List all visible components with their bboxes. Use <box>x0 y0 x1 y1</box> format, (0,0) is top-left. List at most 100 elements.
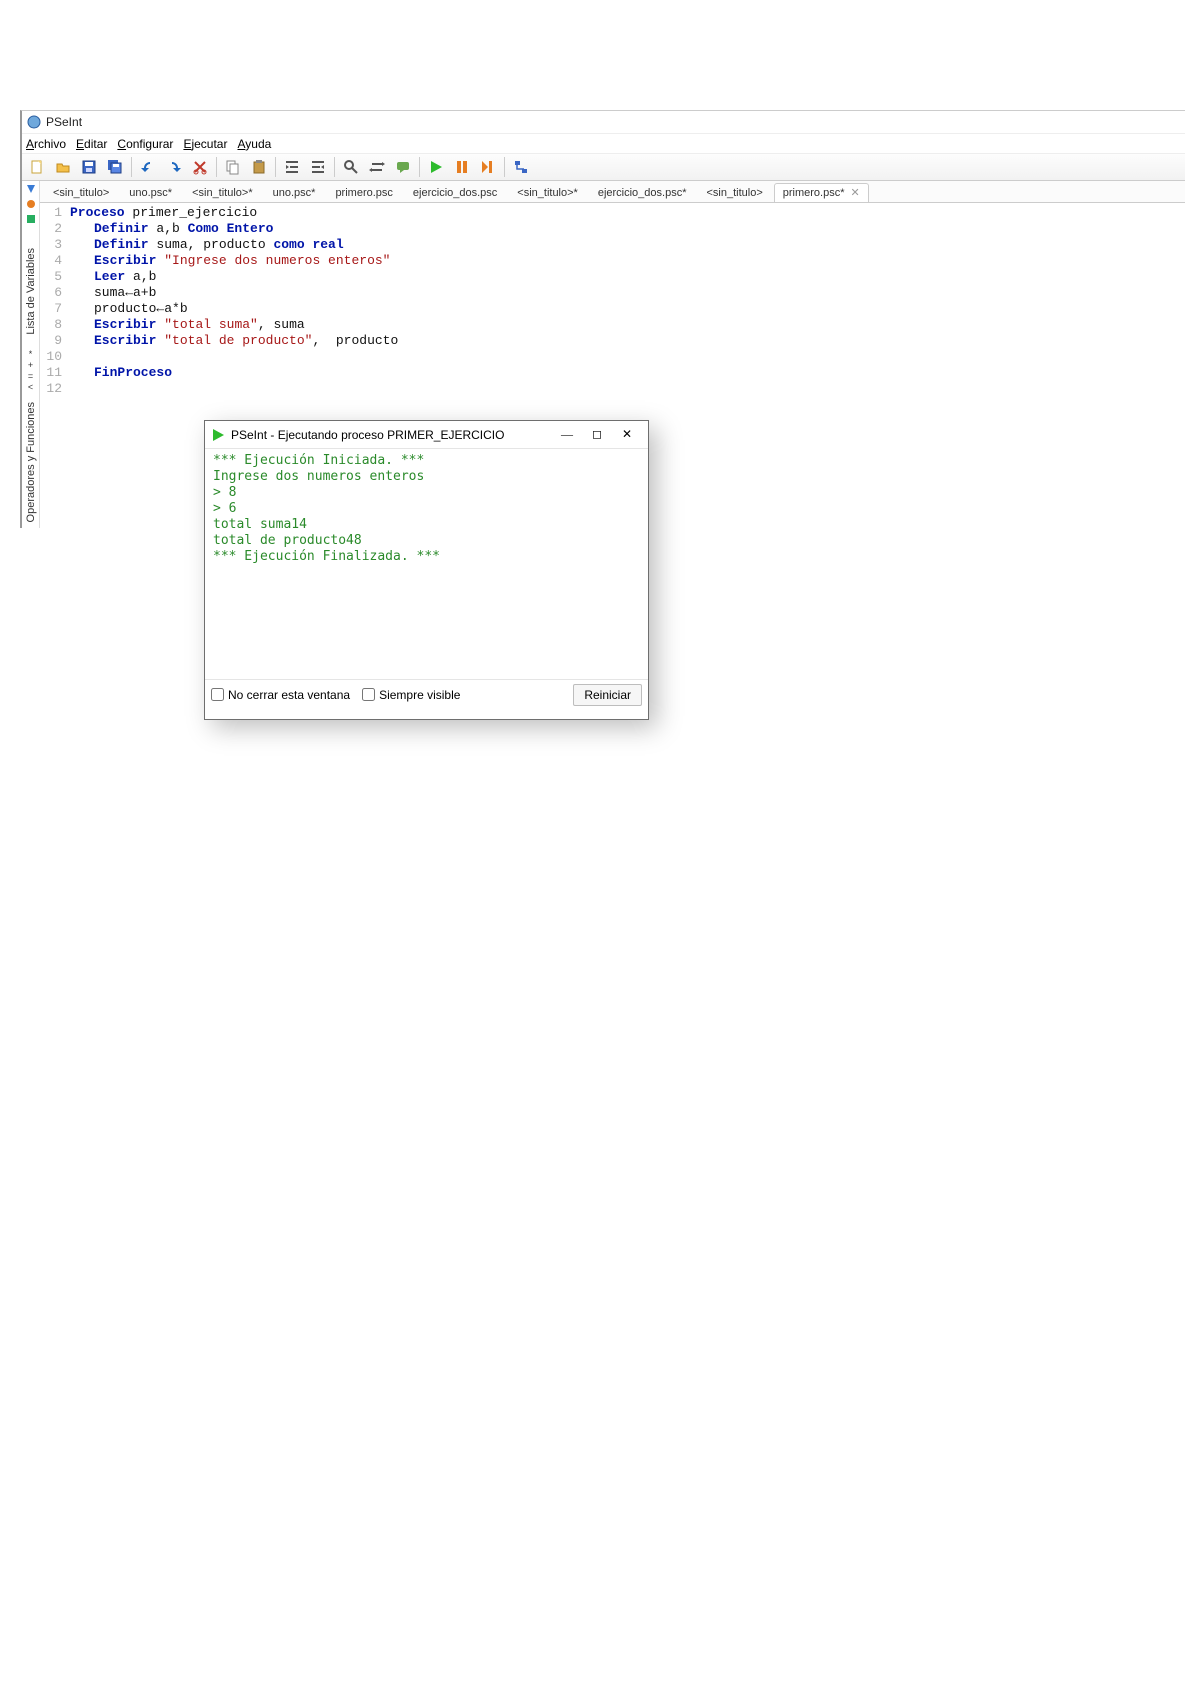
code-line[interactable] <box>70 349 1185 365</box>
step-icon[interactable] <box>476 155 500 179</box>
token-kw: Escribir <box>94 317 156 332</box>
open-file-icon[interactable] <box>51 155 75 179</box>
code-line[interactable]: Escribir "total suma", suma <box>70 317 1185 333</box>
line-number: 3 <box>40 237 62 253</box>
token-ident: a,b <box>149 221 188 236</box>
tab-close-icon[interactable]: ✕ <box>851 187 860 199</box>
code-line[interactable]: FinProceso <box>70 365 1185 381</box>
token-kw: Proceso <box>70 205 125 220</box>
tab-primero-psc[interactable]: primero.psc*✕ <box>774 183 869 202</box>
new-file-icon[interactable] <box>25 155 49 179</box>
comment-icon[interactable] <box>391 155 415 179</box>
app-title: PSeInt <box>46 115 82 129</box>
token-kw: Como Entero <box>188 221 274 236</box>
toolbar-separator <box>131 157 132 177</box>
token-ident: primer_ejercicio <box>125 205 258 220</box>
toolbar-separator <box>216 157 217 177</box>
console-line: > 6 <box>213 501 640 517</box>
line-number: 5 <box>40 269 62 285</box>
code-line[interactable]: suma←a+b <box>70 285 1185 301</box>
always-visible-checkbox[interactable]: Siempre visible <box>362 688 460 702</box>
find-icon[interactable] <box>339 155 363 179</box>
tab-uno-psc[interactable]: uno.psc* <box>264 184 325 202</box>
line-number: 2 <box>40 221 62 237</box>
console-line: total de producto48 <box>213 533 640 549</box>
toolbar-separator <box>419 157 420 177</box>
always-visible-label: Siempre visible <box>379 688 460 702</box>
code-line[interactable]: Escribir "Ingrese dos numeros enteros" <box>70 253 1185 269</box>
redo-icon[interactable] <box>162 155 186 179</box>
tab-ejercicio_dos-psc[interactable]: ejercicio_dos.psc* <box>589 184 696 202</box>
side-panel-tabs: Lista de Variables *+=< Operadores y Fun… <box>22 181 40 528</box>
line-number: 10 <box>40 349 62 365</box>
always-visible-checkbox-input[interactable] <box>362 688 375 701</box>
indent-icon[interactable] <box>280 155 304 179</box>
tab-sin_titulo[interactable]: <sin_titulo> <box>44 184 118 202</box>
cut-icon[interactable] <box>188 155 212 179</box>
close-button[interactable]: ✕ <box>612 425 642 445</box>
menubar: Archivo Editar Configurar Ejecutar Ayuda <box>22 133 1185 153</box>
paste-icon[interactable] <box>247 155 271 179</box>
restart-button[interactable]: Reiniciar <box>573 684 642 706</box>
pause-icon[interactable] <box>450 155 474 179</box>
token-str: "total de producto" <box>164 333 312 348</box>
code-editor[interactable]: 123456789101112 Proceso primer_ejercicio… <box>40 203 1185 397</box>
side-tab-operators[interactable]: Operadores y Funciones <box>25 396 37 528</box>
line-number: 12 <box>40 381 62 397</box>
side-icons <box>25 183 37 238</box>
code-line[interactable]: Leer a,b <box>70 269 1185 285</box>
code-line[interactable]: Escribir "total de producto", producto <box>70 333 1185 349</box>
code-line[interactable] <box>70 381 1185 397</box>
console-titlebar: PSeInt - Ejecutando proceso PRIMER_EJERC… <box>205 421 648 449</box>
code-line[interactable]: Proceso primer_ejercicio <box>70 205 1185 221</box>
side-tab-variables[interactable]: Lista de Variables <box>25 242 37 341</box>
menu-archivo[interactable]: Archivo <box>26 137 66 151</box>
flowchart-icon[interactable] <box>509 155 533 179</box>
code-line[interactable]: Definir a,b Como Entero <box>70 221 1185 237</box>
token-kw: Leer <box>94 269 125 284</box>
tab-uno-psc[interactable]: uno.psc* <box>120 184 181 202</box>
token-ident: a,b <box>125 269 156 284</box>
line-number: 9 <box>40 333 62 349</box>
menu-editar[interactable]: Editar <box>76 137 107 151</box>
save-icon[interactable] <box>77 155 101 179</box>
tab-ejercicio_dos-psc[interactable]: ejercicio_dos.psc <box>404 184 506 202</box>
tab-primero-psc[interactable]: primero.psc <box>326 184 401 202</box>
toolbar-separator <box>275 157 276 177</box>
run-icon[interactable] <box>424 155 448 179</box>
code-line[interactable]: Definir suma, producto como real <box>70 237 1185 253</box>
tab-sin_titulo[interactable]: <sin_titulo>* <box>508 184 587 202</box>
console-footer: No cerrar esta ventana Siempre visible R… <box>205 679 648 709</box>
no-close-checkbox-input[interactable] <box>211 688 224 701</box>
side-ops-icons: *+=< <box>28 345 33 392</box>
outdent-icon[interactable] <box>306 155 330 179</box>
menu-ayuda[interactable]: Ayuda <box>237 137 271 151</box>
token-str: "Ingrese dos numeros enteros" <box>164 253 390 268</box>
menu-configurar[interactable]: Configurar <box>117 137 173 151</box>
maximize-button[interactable]: ◻ <box>582 425 612 445</box>
save-all-icon[interactable] <box>103 155 127 179</box>
tab-sin_titulo[interactable]: <sin_titulo> <box>697 184 771 202</box>
no-close-checkbox[interactable]: No cerrar esta ventana <box>211 688 350 702</box>
token-kw: Definir <box>94 237 149 252</box>
console-window: PSeInt - Ejecutando proceso PRIMER_EJERC… <box>204 420 649 720</box>
code-line[interactable]: producto←a*b <box>70 301 1185 317</box>
code-body[interactable]: Proceso primer_ejercicioDefinir a,b Como… <box>70 205 1185 397</box>
console-line: total suma14 <box>213 517 640 533</box>
minimize-button[interactable]: — <box>552 425 582 445</box>
toolbar-separator <box>504 157 505 177</box>
line-number-gutter: 123456789101112 <box>40 205 70 397</box>
console-line: > 8 <box>213 485 640 501</box>
line-number: 1 <box>40 205 62 221</box>
tab-sin_titulo[interactable]: <sin_titulo>* <box>183 184 262 202</box>
console-line: *** Ejecución Iniciada. *** <box>213 453 640 469</box>
titlebar: PSeInt <box>22 111 1185 133</box>
toolbar-separator <box>334 157 335 177</box>
token-kw: FinProceso <box>94 365 172 380</box>
menu-ejecutar[interactable]: Ejecutar <box>183 137 227 151</box>
copy-icon[interactable] <box>221 155 245 179</box>
document-tabs: <sin_titulo>uno.psc*<sin_titulo>*uno.psc… <box>40 181 1185 203</box>
line-number: 6 <box>40 285 62 301</box>
undo-icon[interactable] <box>136 155 160 179</box>
replace-icon[interactable] <box>365 155 389 179</box>
